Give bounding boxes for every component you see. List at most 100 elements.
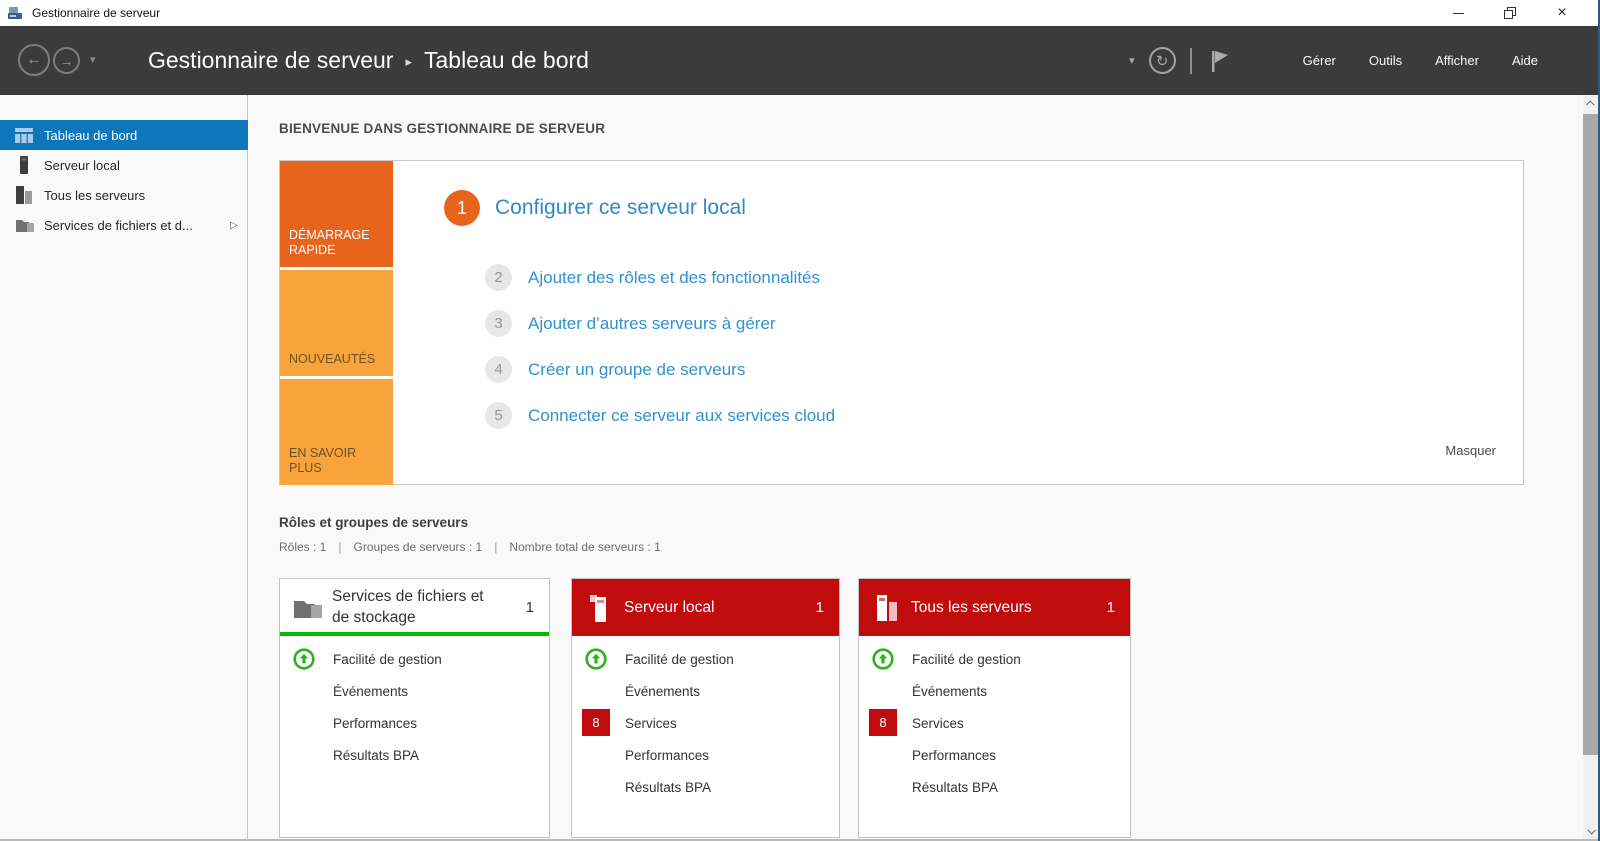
row-events[interactable]: Événements bbox=[280, 675, 549, 707]
card-header-file-storage[interactable]: Services de fichiers et de stockage 1 bbox=[280, 579, 549, 636]
stat-server-groups: Groupes de serveurs : 1 bbox=[353, 540, 483, 554]
card-header-all-servers[interactable]: Tous les serveurs 1 bbox=[859, 579, 1130, 636]
sidebar-item-all-servers[interactable]: Tous les serveurs bbox=[0, 180, 248, 210]
file-services-folders-icon bbox=[15, 216, 35, 234]
sidebar-item-file-storage-services[interactable]: Services de fichiers et d... ▷ bbox=[0, 210, 248, 240]
card-title: Serveur local bbox=[624, 598, 715, 616]
welcome-tile: DÉMARRAGE RAPIDE NOUVEAUTÉS EN SAVOIR PL… bbox=[279, 160, 1524, 485]
status-ok-bar bbox=[280, 632, 549, 636]
row-performance[interactable]: Performances bbox=[572, 739, 839, 771]
close-button[interactable]: × bbox=[1536, 0, 1588, 26]
sidebar-item-dashboard[interactable]: Tableau de bord bbox=[0, 120, 248, 150]
menu-view[interactable]: Afficher bbox=[1435, 53, 1479, 68]
restore-button[interactable] bbox=[1484, 0, 1536, 26]
menu-manage[interactable]: Gérer bbox=[1303, 53, 1336, 68]
up-arrow-status-icon bbox=[872, 648, 894, 670]
stat-total-servers: Nombre total de serveurs : 1 bbox=[509, 540, 661, 554]
chevron-down-icon bbox=[1586, 825, 1596, 835]
step-configure-local-server[interactable]: 1 Configurer ce serveur local bbox=[444, 190, 746, 226]
row-manageability[interactable]: Facilité de gestion bbox=[280, 643, 549, 675]
refresh-icon: ↻ bbox=[1155, 52, 1169, 70]
menu-tools[interactable]: Outils bbox=[1369, 53, 1402, 68]
card-all-servers: Tous les serveurs 1 Facilité de gestion … bbox=[858, 578, 1131, 838]
row-bpa-results[interactable]: Résultats BPA bbox=[572, 771, 839, 803]
minimize-button[interactable] bbox=[1432, 0, 1484, 26]
tab-learn-more[interactable]: EN SAVOIR PLUS bbox=[280, 379, 393, 485]
breadcrumb-separator-icon: ▸ bbox=[405, 54, 412, 69]
nav-history-caret-icon[interactable]: ▾ bbox=[90, 53, 96, 66]
back-button[interactable]: ← bbox=[18, 44, 50, 76]
step-number-badge: 2 bbox=[485, 264, 512, 291]
dashboard-grid-icon bbox=[15, 127, 35, 143]
step-connect-cloud-services[interactable]: 5 Connecter ce serveur aux services clou… bbox=[485, 402, 835, 429]
breadcrumb-root[interactable]: Gestionnaire de serveur bbox=[148, 47, 393, 74]
step-number-badge: 4 bbox=[485, 356, 512, 383]
hide-link[interactable]: Masquer bbox=[1445, 443, 1496, 458]
row-events[interactable]: Événements bbox=[859, 675, 1130, 707]
step-add-other-servers[interactable]: 3 Ajouter d’autres serveurs à gérer bbox=[485, 310, 776, 337]
card-title: Tous les serveurs bbox=[911, 598, 1032, 616]
main-content: BIENVENUE DANS GESTIONNAIRE DE SERVEUR D… bbox=[249, 95, 1584, 841]
row-performance[interactable]: Performances bbox=[859, 739, 1130, 771]
row-label: Performances bbox=[625, 747, 710, 763]
notifications-flag-button[interactable] bbox=[1206, 48, 1230, 74]
tab-label: NOUVEAUTÉS bbox=[289, 352, 376, 367]
window-title: Gestionnaire de serveur bbox=[32, 6, 161, 20]
step-add-roles-features[interactable]: 2 Ajouter des rôles et des fonctionnalit… bbox=[485, 264, 820, 291]
row-label: Résultats BPA bbox=[912, 779, 999, 795]
row-services[interactable]: 8 Services bbox=[572, 707, 839, 739]
refresh-button[interactable]: ↻ bbox=[1148, 47, 1176, 74]
back-arrow-icon: ← bbox=[26, 51, 42, 68]
menu-help[interactable]: Aide bbox=[1512, 53, 1538, 68]
row-label: Services bbox=[625, 715, 677, 731]
forward-arrow-icon: → bbox=[59, 52, 74, 69]
row-label: Événements bbox=[333, 683, 409, 699]
step-link: Ajouter d’autres serveurs à gérer bbox=[528, 313, 776, 333]
chevron-up-icon bbox=[1585, 99, 1595, 109]
welcome-heading: BIENVENUE DANS GESTIONNAIRE DE SERVEUR bbox=[279, 121, 606, 136]
sidebar-item-local-server[interactable]: Serveur local bbox=[0, 150, 248, 180]
services-count-badge: 8 bbox=[869, 709, 897, 736]
card-title: Services de fichiers et de stockage bbox=[332, 588, 484, 626]
forward-button[interactable]: → bbox=[53, 47, 80, 74]
tab-whats-new[interactable]: NOUVEAUTÉS bbox=[280, 270, 393, 376]
row-label: Performances bbox=[333, 715, 418, 731]
scroll-down-button[interactable] bbox=[1583, 822, 1598, 839]
row-label: Résultats BPA bbox=[333, 747, 420, 763]
vertical-scrollbar[interactable] bbox=[1583, 95, 1598, 839]
row-services[interactable]: 8 Services bbox=[859, 707, 1130, 739]
row-label: Événements bbox=[912, 683, 988, 699]
breadcrumb: Gestionnaire de serveur ▸ Tableau de bor… bbox=[148, 26, 589, 95]
up-arrow-status-icon bbox=[293, 648, 315, 670]
step-create-server-group[interactable]: 4 Créer un groupe de serveurs bbox=[485, 356, 745, 383]
step-number-badge: 3 bbox=[485, 310, 512, 337]
row-manageability[interactable]: Facilité de gestion bbox=[572, 643, 839, 675]
scroll-up-button[interactable] bbox=[1583, 95, 1598, 112]
tab-quick-start[interactable]: DÉMARRAGE RAPIDE bbox=[280, 161, 393, 267]
step-link: Configurer ce serveur local bbox=[495, 196, 746, 219]
card-header-local-server[interactable]: Serveur local 1 bbox=[572, 579, 839, 636]
breadcrumb-current[interactable]: Tableau de bord bbox=[424, 47, 589, 74]
minimize-icon bbox=[1452, 12, 1464, 14]
stat-roles: Rôles : 1 bbox=[279, 540, 327, 554]
local-server-icon bbox=[588, 593, 612, 623]
up-arrow-status-icon bbox=[585, 648, 607, 670]
row-bpa-results[interactable]: Résultats BPA bbox=[280, 739, 549, 771]
row-label: Services bbox=[912, 715, 964, 731]
step-link: Ajouter des rôles et des fonctionnalités bbox=[528, 267, 821, 287]
row-performance[interactable]: Performances bbox=[280, 707, 549, 739]
stat-separator: | bbox=[494, 540, 498, 554]
row-events[interactable]: Événements bbox=[572, 675, 839, 707]
flag-icon bbox=[1211, 50, 1228, 72]
sidebar-item-label: Tous les serveurs bbox=[44, 187, 146, 203]
all-servers-icon bbox=[875, 593, 903, 623]
expand-arrow-icon[interactable]: ▷ bbox=[230, 220, 238, 231]
tab-label: DÉMARRAGE RAPIDE bbox=[289, 227, 370, 258]
toolbar-divider bbox=[1189, 47, 1192, 74]
row-manageability[interactable]: Facilité de gestion bbox=[859, 643, 1130, 675]
scrollbar-thumb[interactable] bbox=[1583, 114, 1598, 755]
server-manager-app-icon bbox=[8, 5, 24, 21]
card-file-storage-services: Services de fichiers et de stockage 1 Fa… bbox=[279, 578, 550, 838]
refresh-dropdown-caret-icon[interactable]: ▾ bbox=[1129, 54, 1135, 67]
row-bpa-results[interactable]: Résultats BPA bbox=[859, 771, 1130, 803]
